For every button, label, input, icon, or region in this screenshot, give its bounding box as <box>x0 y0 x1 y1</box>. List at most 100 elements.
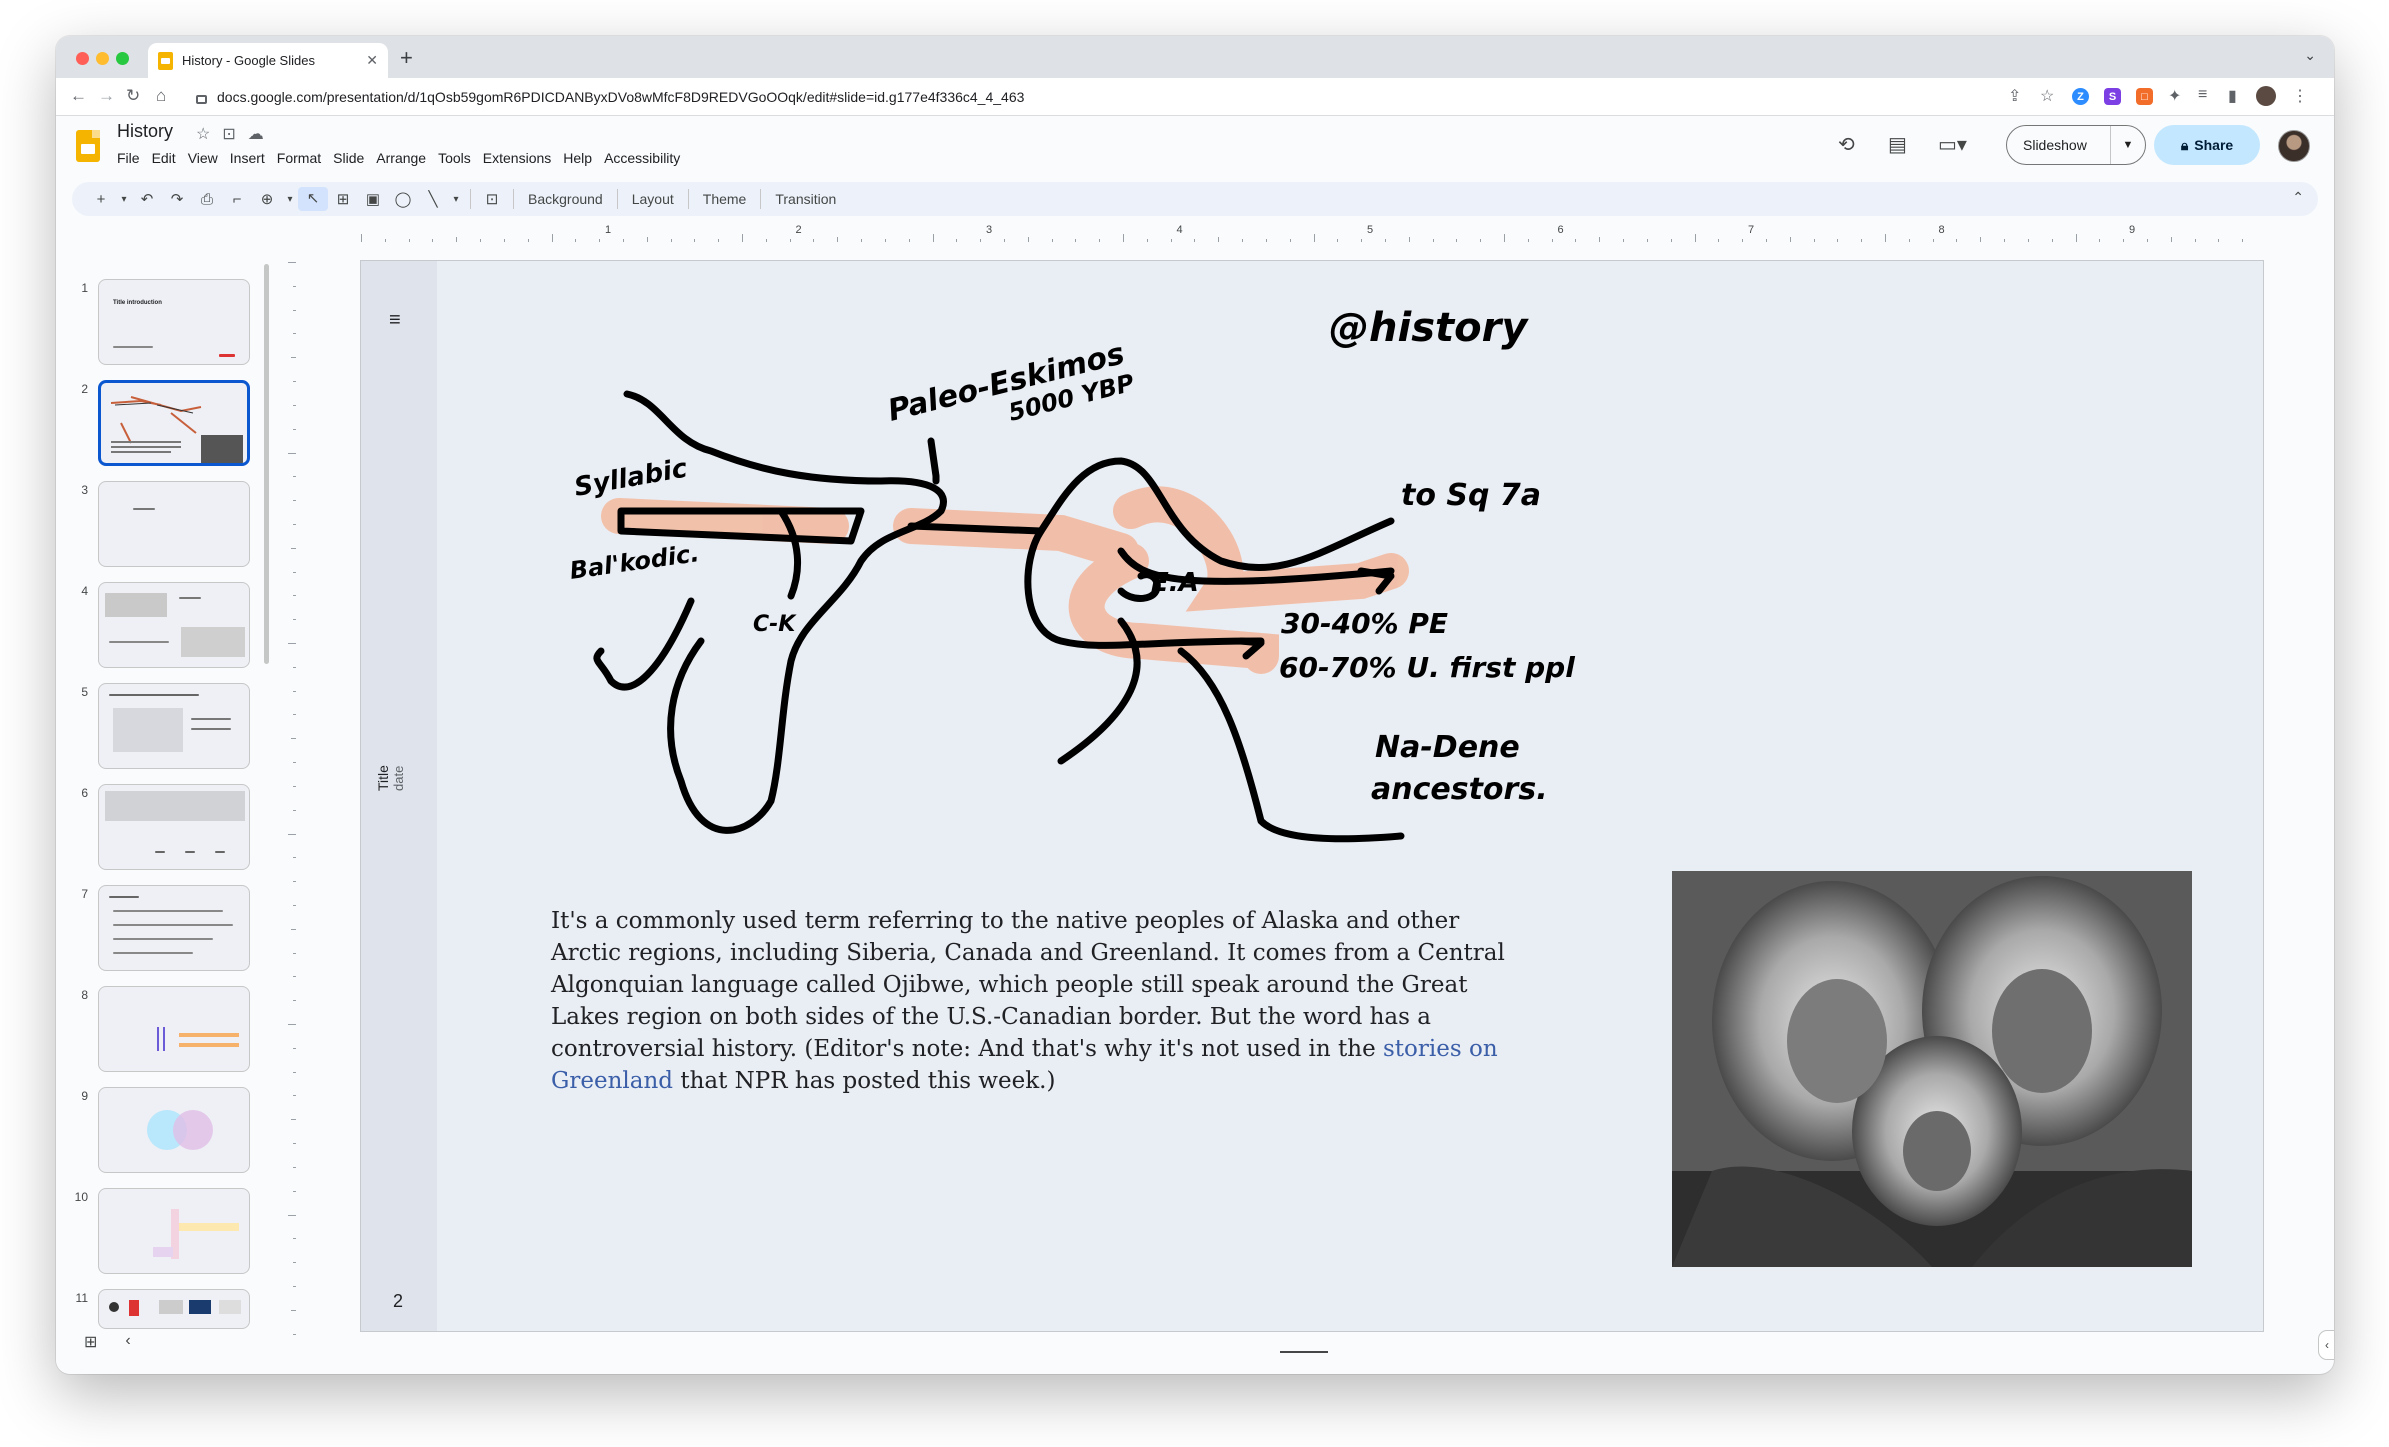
new-tab-button[interactable]: + <box>400 45 413 71</box>
collapse-toolbar-icon[interactable]: ⌃ <box>2292 189 2304 206</box>
menu-edit[interactable]: Edit <box>152 148 183 168</box>
filmstrip-scrollbar[interactable] <box>264 264 269 664</box>
thumbnail-row[interactable]: 10 <box>56 1188 281 1280</box>
tab-strip: History - Google Slides ✕ + ⌄ <box>56 36 2334 78</box>
comments-icon[interactable]: ▤ <box>1888 132 1907 157</box>
menu-arrange[interactable]: Arrange <box>376 148 433 168</box>
layout-button[interactable]: Layout <box>624 191 682 207</box>
text-box-icon[interactable]: ⊞ <box>328 190 358 208</box>
close-window-button[interactable] <box>76 52 89 65</box>
thumbnail-row[interactable]: 7 <box>56 885 281 977</box>
select-cursor-icon[interactable]: ↖ <box>298 187 328 211</box>
slide-thumbnail[interactable] <box>98 1289 250 1329</box>
thumbnail-row[interactable]: 9 <box>56 1087 281 1179</box>
ruler-tick <box>288 262 296 263</box>
tab-close-icon[interactable]: ✕ <box>366 52 378 69</box>
thumbnail-row[interactable]: 6 <box>56 784 281 876</box>
url-field[interactable]: docs.google.com/presentation/d/1qOsb59go… <box>196 83 2004 111</box>
slide-body-text[interactable]: It's a commonly used term referring to t… <box>551 905 1511 1097</box>
print-icon[interactable]: ⎙ <box>192 191 222 208</box>
add-comment-icon[interactable]: ⊡ <box>477 190 507 208</box>
side-panel-toggle-icon[interactable]: ‹ <box>2318 1330 2334 1360</box>
cloud-status-icon[interactable]: ☁ <box>248 124 264 144</box>
back-icon[interactable]: ← <box>70 86 87 106</box>
slideshow-button[interactable]: Slideshow ▼ <box>2006 125 2146 165</box>
bookmark-star-icon[interactable]: ☆ <box>2040 86 2054 106</box>
handwritten-map-drawing[interactable]: @history Paleo-Eskimos 5000 YBP Syllabic… <box>361 261 2265 881</box>
background-button[interactable]: Background <box>520 191 611 207</box>
thumbnail-row[interactable]: 2 <box>56 380 281 472</box>
menu-help[interactable]: Help <box>563 148 599 168</box>
share-page-icon[interactable]: ⇪ <box>2008 86 2021 106</box>
slide-thumbnail[interactable] <box>98 885 250 971</box>
slide-canvas[interactable]: ≡ Title date 2 @history Paleo-Eskimos 50… <box>360 260 2264 1332</box>
collapse-filmstrip-icon[interactable]: ‹ <box>125 1332 130 1352</box>
zoom-extension-icon[interactable]: Z <box>2072 88 2089 105</box>
s-extension-icon[interactable]: S <box>2104 88 2121 105</box>
version-history-icon[interactable]: ⟲ <box>1838 132 1855 157</box>
thumbnail-row[interactable]: 11 <box>56 1289 281 1329</box>
new-slide-dropdown-icon[interactable]: ▾ <box>116 194 132 205</box>
meet-icon[interactable]: ▭▾ <box>1938 132 1967 157</box>
thumbnail-row[interactable]: 4 <box>56 582 281 674</box>
menu-insert[interactable]: Insert <box>230 148 272 168</box>
zoom-icon[interactable]: ⊕ <box>252 190 282 208</box>
menu-format[interactable]: Format <box>277 148 328 168</box>
puzzle-extensions-icon[interactable]: ✦ <box>2168 86 2181 106</box>
home-icon[interactable]: ⌂ <box>156 86 166 106</box>
slide-thumbnail[interactable] <box>98 1188 250 1274</box>
browser-tab[interactable]: History - Google Slides ✕ <box>148 43 388 78</box>
theme-button[interactable]: Theme <box>695 191 755 207</box>
menu-slide[interactable]: Slide <box>333 148 371 168</box>
orange-extension-icon[interactable]: □ <box>2136 88 2153 105</box>
account-avatar[interactable] <box>2278 130 2310 162</box>
grid-view-icon[interactable]: ⊞ <box>84 1332 97 1352</box>
slide-thumbnail[interactable] <box>98 582 250 668</box>
forward-icon[interactable]: → <box>98 86 115 106</box>
share-button[interactable]: 🔒︎ Share <box>2154 125 2260 165</box>
slideshow-dropdown-icon[interactable]: ▼ <box>2111 139 2145 151</box>
menu-tools[interactable]: Tools <box>438 148 478 168</box>
undo-icon[interactable]: ↶ <box>132 190 162 208</box>
new-slide-icon[interactable]: + <box>86 191 116 208</box>
tab-search-icon[interactable]: ⌄ <box>2304 47 2316 64</box>
side-panel-icon[interactable]: ▮ <box>2228 86 2237 106</box>
thumbnail-row[interactable]: 5 <box>56 683 281 775</box>
transition-button[interactable]: Transition <box>767 191 844 207</box>
line-dropdown-icon[interactable]: ▾ <box>448 194 464 205</box>
thumbnail-row[interactable]: 3 <box>56 481 281 573</box>
slide-thumbnail-selected[interactable] <box>98 380 250 466</box>
slide-thumbnail[interactable] <box>98 986 250 1072</box>
redo-icon[interactable]: ↷ <box>162 190 192 208</box>
shape-icon[interactable]: ◯ <box>388 190 418 208</box>
speaker-notes-handle[interactable] <box>1280 1351 1328 1353</box>
ruler-tick <box>361 234 362 242</box>
line-icon[interactable]: ╲ <box>418 190 448 208</box>
slides-logo-icon[interactable] <box>76 130 100 162</box>
menu-file[interactable]: File <box>117 148 147 168</box>
thumbnail-row[interactable]: 8 <box>56 986 281 1078</box>
slide-thumbnail[interactable]: Title introduction <box>98 279 250 365</box>
inuit-family-photo[interactable] <box>1672 871 2192 1267</box>
thumbnail-row[interactable]: 1 Title introduction <box>56 279 281 371</box>
menu-accessibility[interactable]: Accessibility <box>604 148 687 168</box>
slideshow-label[interactable]: Slideshow <box>2007 126 2111 164</box>
slide-thumbnail[interactable] <box>98 784 250 870</box>
menu-view[interactable]: View <box>188 148 225 168</box>
reload-icon[interactable]: ↻ <box>126 86 140 106</box>
browser-menu-icon[interactable]: ⋮ <box>2292 86 2308 106</box>
zoom-dropdown-icon[interactable]: ▾ <box>282 194 298 205</box>
minimize-window-button[interactable] <box>96 52 109 65</box>
maximize-window-button[interactable] <box>116 52 129 65</box>
image-icon[interactable]: ▣ <box>358 190 388 208</box>
star-icon[interactable]: ☆ <box>196 124 210 144</box>
slide-thumbnail[interactable] <box>98 1087 250 1173</box>
slide-thumbnail[interactable] <box>98 683 250 769</box>
document-title[interactable]: History <box>117 121 173 142</box>
menu-extensions[interactable]: Extensions <box>483 148 558 168</box>
profile-avatar[interactable] <box>2256 86 2276 106</box>
move-folder-icon[interactable]: ⊡ <box>222 124 235 144</box>
paint-format-icon[interactable]: ⌐ <box>222 191 252 208</box>
slide-thumbnail[interactable] <box>98 481 250 567</box>
reading-list-icon[interactable]: ≡ <box>2198 86 2207 104</box>
